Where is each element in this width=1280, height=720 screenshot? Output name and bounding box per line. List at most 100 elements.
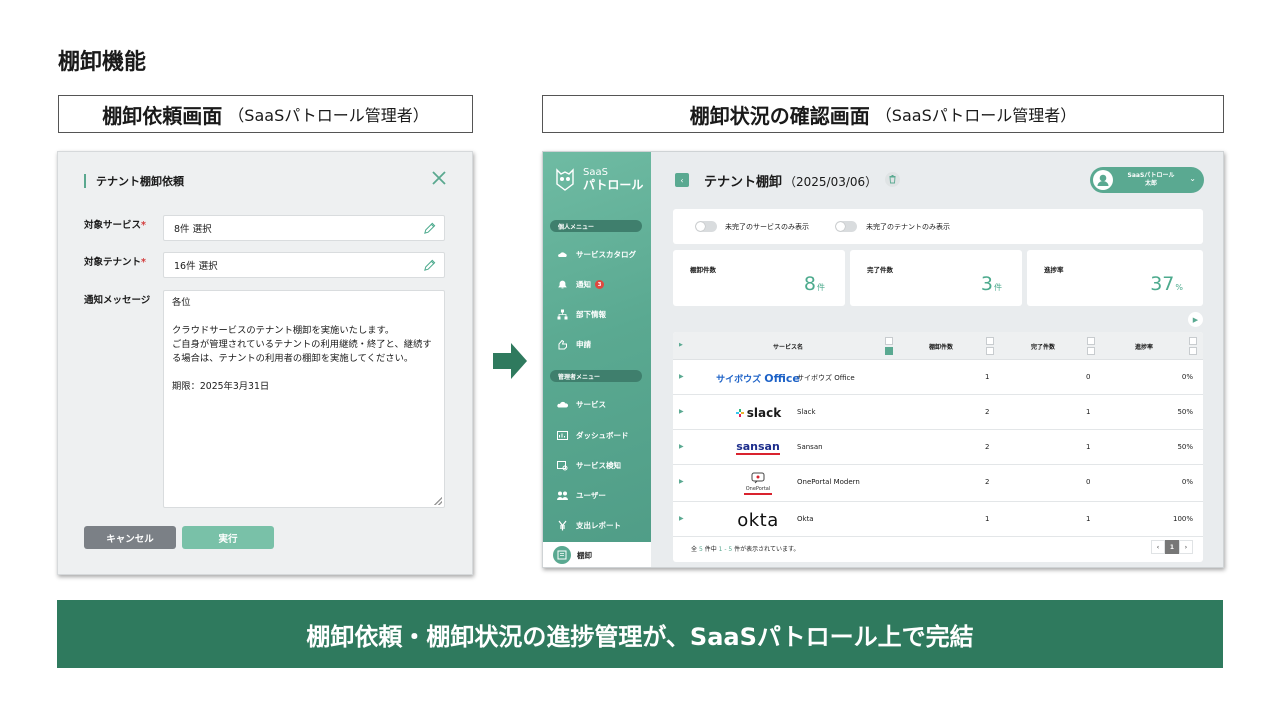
right-heading-main: 棚卸状況の確認画面 bbox=[689, 103, 870, 128]
message-textarea[interactable]: 各位 クラウドサービスのテナント棚卸を実施いたします。 ご自身が管理されているテ… bbox=[163, 290, 445, 508]
header-inventory-count[interactable]: 棚卸件数 bbox=[929, 342, 953, 351]
expand-row-icon[interactable]: ▶ bbox=[679, 443, 684, 450]
table-row[interactable]: ▶ サイボウズ Office サイボウズ Office 1 0 0% bbox=[673, 360, 1203, 395]
tenant-inventory-dialog: テナント棚卸依頼 対象サービス* 8件 選択 対象テナント* 16件 選択 通知… bbox=[57, 151, 473, 575]
inventory-count: 2 bbox=[985, 443, 990, 451]
pencil-icon[interactable] bbox=[423, 222, 436, 235]
personal-menu-header: 個人メニュー bbox=[550, 220, 642, 232]
sidebar: SaaS パトロール 個人メニュー サービスカタログ 通知 3 部下情報 申請 … bbox=[543, 152, 651, 567]
sidebar-item-label: ダッシュボード bbox=[576, 431, 629, 440]
sort-count-icon[interactable] bbox=[986, 337, 994, 356]
table-row[interactable]: ▶ OnePortal OnePortal Modern 2 0 0% bbox=[673, 465, 1203, 502]
close-icon[interactable] bbox=[430, 169, 448, 187]
completed-count: 0 bbox=[1086, 478, 1091, 486]
cloud-icon bbox=[557, 249, 568, 260]
hand-icon bbox=[557, 339, 568, 350]
sidebar-item-users[interactable]: ユーザー bbox=[557, 490, 606, 501]
okta-logo: okta bbox=[737, 509, 779, 531]
completed-count: 1 bbox=[1086, 443, 1091, 451]
pencil-icon[interactable] bbox=[423, 259, 436, 272]
service-name: Sansan bbox=[797, 443, 823, 451]
expand-row-icon[interactable]: ▶ bbox=[679, 515, 684, 522]
trash-icon[interactable] bbox=[885, 172, 900, 187]
sidebar-item-spend-report[interactable]: 支出レポート bbox=[557, 520, 621, 531]
pagination: ‹ 1 › bbox=[1151, 540, 1193, 554]
summary-banner: 棚卸依頼・棚卸状況の進捗管理が、SaaSパトロール上で完結 bbox=[57, 600, 1223, 668]
sidebar-item-label: 申請 bbox=[576, 340, 591, 349]
cancel-button[interactable]: キャンセル bbox=[84, 526, 176, 549]
main-content: ‹ テナント棚卸 （2025/03/06） SaaSパトロール 太郎 ⌄ 未完了… bbox=[651, 152, 1223, 567]
sidebar-item-notification[interactable]: 通知 3 bbox=[557, 279, 604, 290]
oneportal-logo: OnePortal bbox=[713, 471, 803, 495]
stat-value: 3件 bbox=[980, 273, 1002, 295]
sansan-logo: sansan bbox=[736, 440, 780, 455]
sidebar-item-label: 棚卸 bbox=[577, 550, 592, 560]
next-page-button[interactable]: › bbox=[1179, 540, 1193, 554]
sidebar-item-service-detect[interactable]: サービス検知 bbox=[557, 460, 621, 471]
table-footer: 全 5 件中 1 - 5 件が表示されています。 ‹ 1 › bbox=[673, 534, 1203, 562]
progress-rate: 100% bbox=[1172, 515, 1193, 523]
header-service-name[interactable]: サービス名 bbox=[773, 342, 803, 351]
inventory-count: 2 bbox=[985, 408, 990, 416]
stat-value: 37% bbox=[1150, 273, 1183, 295]
stat-card-progress-rate: 進捗率 37% bbox=[1027, 250, 1203, 306]
expand-row-icon[interactable]: ▶ bbox=[679, 478, 684, 485]
pagination-info: 全 5 件中 1 - 5 件が表示されています。 bbox=[691, 546, 800, 553]
slack-logo: slack bbox=[713, 401, 803, 425]
right-section-heading: 棚卸状況の確認画面 （SaaSパトロール管理者） bbox=[542, 95, 1224, 133]
sort-rate-icon[interactable] bbox=[1189, 337, 1197, 356]
sidebar-item-label: サービスカタログ bbox=[576, 250, 636, 259]
inventory-icon bbox=[553, 546, 571, 564]
sidebar-item-label: サービス検知 bbox=[576, 461, 621, 470]
user-name: SaaSパトロール 太郎 bbox=[1127, 172, 1175, 187]
inventory-table: ▶ サービス名 棚卸件数 完了件数 進捗率 ▶ サイボウズ Office サイボ… bbox=[673, 332, 1203, 562]
app-logo[interactable]: SaaS パトロール bbox=[553, 166, 643, 192]
logo-line2: パトロール bbox=[583, 178, 644, 192]
cybozu-logo: サイボウズ Office bbox=[716, 371, 800, 385]
incomplete-tenants-toggle[interactable] bbox=[835, 221, 857, 232]
service-name: サイボウズ Office bbox=[797, 374, 855, 382]
table-row[interactable]: ▶ slack Slack 2 1 50% bbox=[673, 395, 1203, 430]
table-row[interactable]: ▶ okta Okta 1 1 100% bbox=[673, 502, 1203, 537]
header-progress-rate[interactable]: 進捗率 bbox=[1135, 342, 1153, 351]
progress-rate: 50% bbox=[1177, 408, 1193, 416]
prev-page-button[interactable]: ‹ bbox=[1151, 540, 1165, 554]
expand-row-icon[interactable]: ▶ bbox=[679, 373, 684, 380]
target-tenant-field[interactable]: 16件 選択 bbox=[163, 252, 445, 278]
sort-service-icon[interactable] bbox=[885, 337, 893, 356]
chevron-down-icon: ⌄ bbox=[1189, 174, 1196, 183]
sidebar-item-subordinates[interactable]: 部下情報 bbox=[557, 309, 606, 320]
run-button[interactable]: 実行 bbox=[182, 526, 274, 549]
user-menu[interactable]: SaaSパトロール 太郎 ⌄ bbox=[1090, 167, 1204, 193]
dialog-title-bar bbox=[84, 174, 86, 188]
bell-icon bbox=[557, 279, 568, 290]
sidebar-item-dashboard[interactable]: ダッシュボード bbox=[557, 430, 629, 441]
expand-row-icon[interactable]: ▶ bbox=[679, 408, 684, 415]
sidebar-item-service[interactable]: サービス bbox=[557, 399, 606, 410]
table-row[interactable]: ▶ sansan Sansan 2 1 50% bbox=[673, 430, 1203, 465]
sidebar-item-application[interactable]: 申請 bbox=[557, 339, 591, 350]
filter-card: 未完了のサービスのみ表示 未完了のテナントのみ表示 bbox=[673, 209, 1203, 244]
service-name: Slack bbox=[797, 408, 816, 416]
sidebar-item-label: 支出レポート bbox=[576, 521, 621, 530]
header-completed-count[interactable]: 完了件数 bbox=[1031, 342, 1055, 351]
page-1-button[interactable]: 1 bbox=[1165, 540, 1179, 554]
stat-value: 8件 bbox=[803, 273, 825, 295]
message-label: 通知メッセージ bbox=[84, 295, 151, 306]
sidebar-item-service-catalog[interactable]: サービスカタログ bbox=[557, 249, 636, 260]
completed-count: 1 bbox=[1086, 408, 1091, 416]
detect-icon bbox=[557, 460, 568, 471]
owl-logo-icon bbox=[556, 168, 574, 191]
sidebar-item-label: ユーザー bbox=[576, 491, 606, 500]
org-chart-icon bbox=[557, 309, 568, 320]
stat-card-inventory-count: 棚卸件数 8件 bbox=[673, 250, 845, 306]
sidebar-item-inventory[interactable]: 棚卸 bbox=[543, 542, 651, 567]
stat-card-completed-count: 完了件数 3件 bbox=[850, 250, 1022, 306]
target-service-field[interactable]: 8件 選択 bbox=[163, 215, 445, 241]
sort-completed-icon[interactable] bbox=[1087, 337, 1095, 356]
back-button[interactable]: ‹ bbox=[675, 173, 689, 187]
expand-all-icon[interactable]: ▶ bbox=[679, 342, 683, 348]
play-icon[interactable]: ▶ bbox=[1188, 312, 1203, 327]
incomplete-services-toggle[interactable] bbox=[695, 221, 717, 232]
resize-handle[interactable] bbox=[434, 497, 442, 505]
